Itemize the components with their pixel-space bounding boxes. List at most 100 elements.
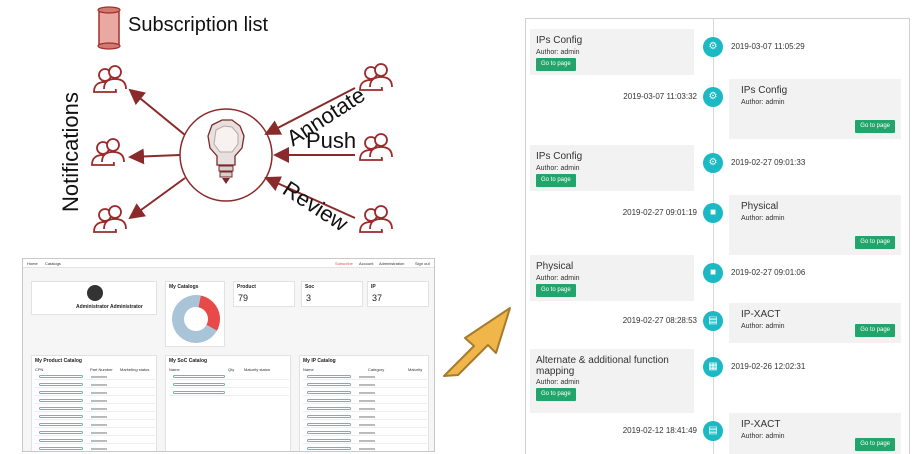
row-cell	[359, 432, 375, 434]
row-cell	[91, 432, 107, 434]
table-row[interactable]	[303, 390, 427, 396]
row-link[interactable]	[307, 439, 351, 442]
gear-share-icon: ⚙	[703, 37, 723, 57]
table-row[interactable]	[35, 422, 155, 428]
table-row[interactable]	[169, 382, 289, 388]
table-row[interactable]	[303, 374, 427, 380]
breadcrumb-catalogs[interactable]: Catalogs	[45, 261, 61, 266]
entry-title: Alternate & additional function mapping	[536, 355, 669, 377]
user-group-icon	[359, 205, 393, 233]
table-row[interactable]	[303, 414, 427, 420]
row-link[interactable]	[39, 447, 83, 450]
timeline-entry-card: IPs Config Author: admin Go to page	[729, 79, 901, 139]
my-catalogs-card: My Catalogs	[165, 281, 225, 347]
activity-timeline: IPs Config Author: admin Go to page ⚙ 2019-0…	[525, 18, 910, 454]
row-link[interactable]	[173, 391, 225, 394]
nav-subscribe[interactable]: Subscribe	[335, 261, 353, 266]
stat-label: IP	[371, 284, 376, 290]
row-link[interactable]	[307, 407, 351, 410]
table-title: My IP Catalog	[303, 358, 336, 364]
row-link[interactable]	[173, 375, 225, 378]
row-link[interactable]	[307, 423, 351, 426]
table-row[interactable]	[35, 430, 155, 436]
nav-administration[interactable]: Administration	[379, 261, 404, 266]
column-header: Category	[368, 367, 385, 372]
table-row[interactable]	[303, 422, 427, 428]
row-cell	[91, 424, 107, 426]
go-to-page-button[interactable]: Go to page	[536, 58, 576, 71]
entry-title: IP-XACT	[741, 419, 781, 430]
table-row[interactable]	[303, 382, 427, 388]
go-to-page-button[interactable]: Go to page	[855, 120, 895, 133]
row-cell	[359, 392, 375, 394]
row-link[interactable]	[307, 375, 351, 378]
cube-icon: ■	[703, 263, 723, 283]
table-row[interactable]	[35, 382, 155, 388]
row-cell	[91, 408, 107, 410]
row-link[interactable]	[39, 375, 83, 378]
table-row[interactable]	[35, 406, 155, 412]
table-row[interactable]	[35, 414, 155, 420]
row-cell	[91, 376, 107, 378]
table-row[interactable]	[303, 398, 427, 404]
nav-account[interactable]: Account	[359, 261, 373, 266]
stat-label: Product	[237, 284, 256, 290]
entry-title: Physical	[536, 261, 574, 272]
row-link[interactable]	[39, 423, 83, 426]
row-link[interactable]	[39, 383, 83, 386]
table-row[interactable]	[35, 374, 155, 380]
row-link[interactable]	[39, 399, 83, 402]
table-row[interactable]	[169, 374, 289, 380]
go-to-page-button[interactable]: Go to page	[855, 236, 895, 249]
go-to-page-button[interactable]: Go to page	[536, 284, 576, 297]
transition-arrow	[443, 307, 511, 377]
timeline-entry-card: Physical Author: admin Go to page	[729, 195, 901, 255]
gear-share-icon: ⚙	[703, 87, 723, 107]
catalogs-donut	[172, 295, 220, 343]
row-link[interactable]	[307, 383, 351, 386]
table-row[interactable]	[303, 430, 427, 436]
table-row[interactable]	[303, 446, 427, 451]
row-link[interactable]	[307, 431, 351, 434]
stat-value: 79	[238, 293, 249, 303]
row-link[interactable]	[39, 391, 83, 394]
table-row[interactable]	[35, 438, 155, 444]
row-link[interactable]	[307, 399, 351, 402]
gear-share-icon: ⚙	[703, 153, 723, 173]
row-cell	[359, 376, 375, 378]
entry-date: 2019-03-07 11:05:29	[731, 42, 805, 51]
stat-product: Product 79	[233, 281, 295, 307]
row-link[interactable]	[307, 391, 351, 394]
table-row[interactable]	[303, 438, 427, 444]
row-link[interactable]	[39, 415, 83, 418]
stat-value: 37	[372, 293, 383, 303]
document-icon: ▤	[703, 311, 723, 331]
go-to-page-button[interactable]: Go to page	[855, 324, 895, 337]
row-link[interactable]	[39, 431, 83, 434]
stat-ip: IP 37	[367, 281, 429, 307]
go-to-page-button[interactable]: Go to page	[536, 174, 576, 187]
row-cell	[359, 416, 375, 418]
table-row[interactable]	[35, 390, 155, 396]
table-row[interactable]	[35, 398, 155, 404]
breadcrumb-home[interactable]: Home	[27, 261, 38, 266]
go-to-page-button[interactable]: Go to page	[536, 388, 576, 401]
table-row[interactable]	[303, 406, 427, 412]
row-cell	[91, 392, 107, 394]
row-link[interactable]	[39, 439, 83, 442]
row-link[interactable]	[173, 383, 225, 386]
column-header: Qty	[228, 367, 235, 372]
row-link[interactable]	[307, 415, 351, 418]
timeline-entry-card: IPs Config Author: admin Go to page	[530, 145, 694, 191]
table-row[interactable]	[169, 390, 289, 396]
table-row[interactable]	[35, 446, 155, 451]
entry-title: Physical	[741, 201, 779, 212]
nav-signout[interactable]: Sign out	[415, 261, 430, 266]
row-link[interactable]	[39, 407, 83, 410]
go-to-page-button[interactable]: Go to page	[855, 438, 895, 451]
timeline-entry-card: Physical Author: admin Go to page	[530, 255, 694, 301]
row-link[interactable]	[307, 447, 351, 450]
row-cell	[91, 416, 107, 418]
ip-catalog-table: My IP Catalog Name Category Maturity	[299, 355, 429, 451]
entry-author: Author: admin	[536, 275, 580, 282]
